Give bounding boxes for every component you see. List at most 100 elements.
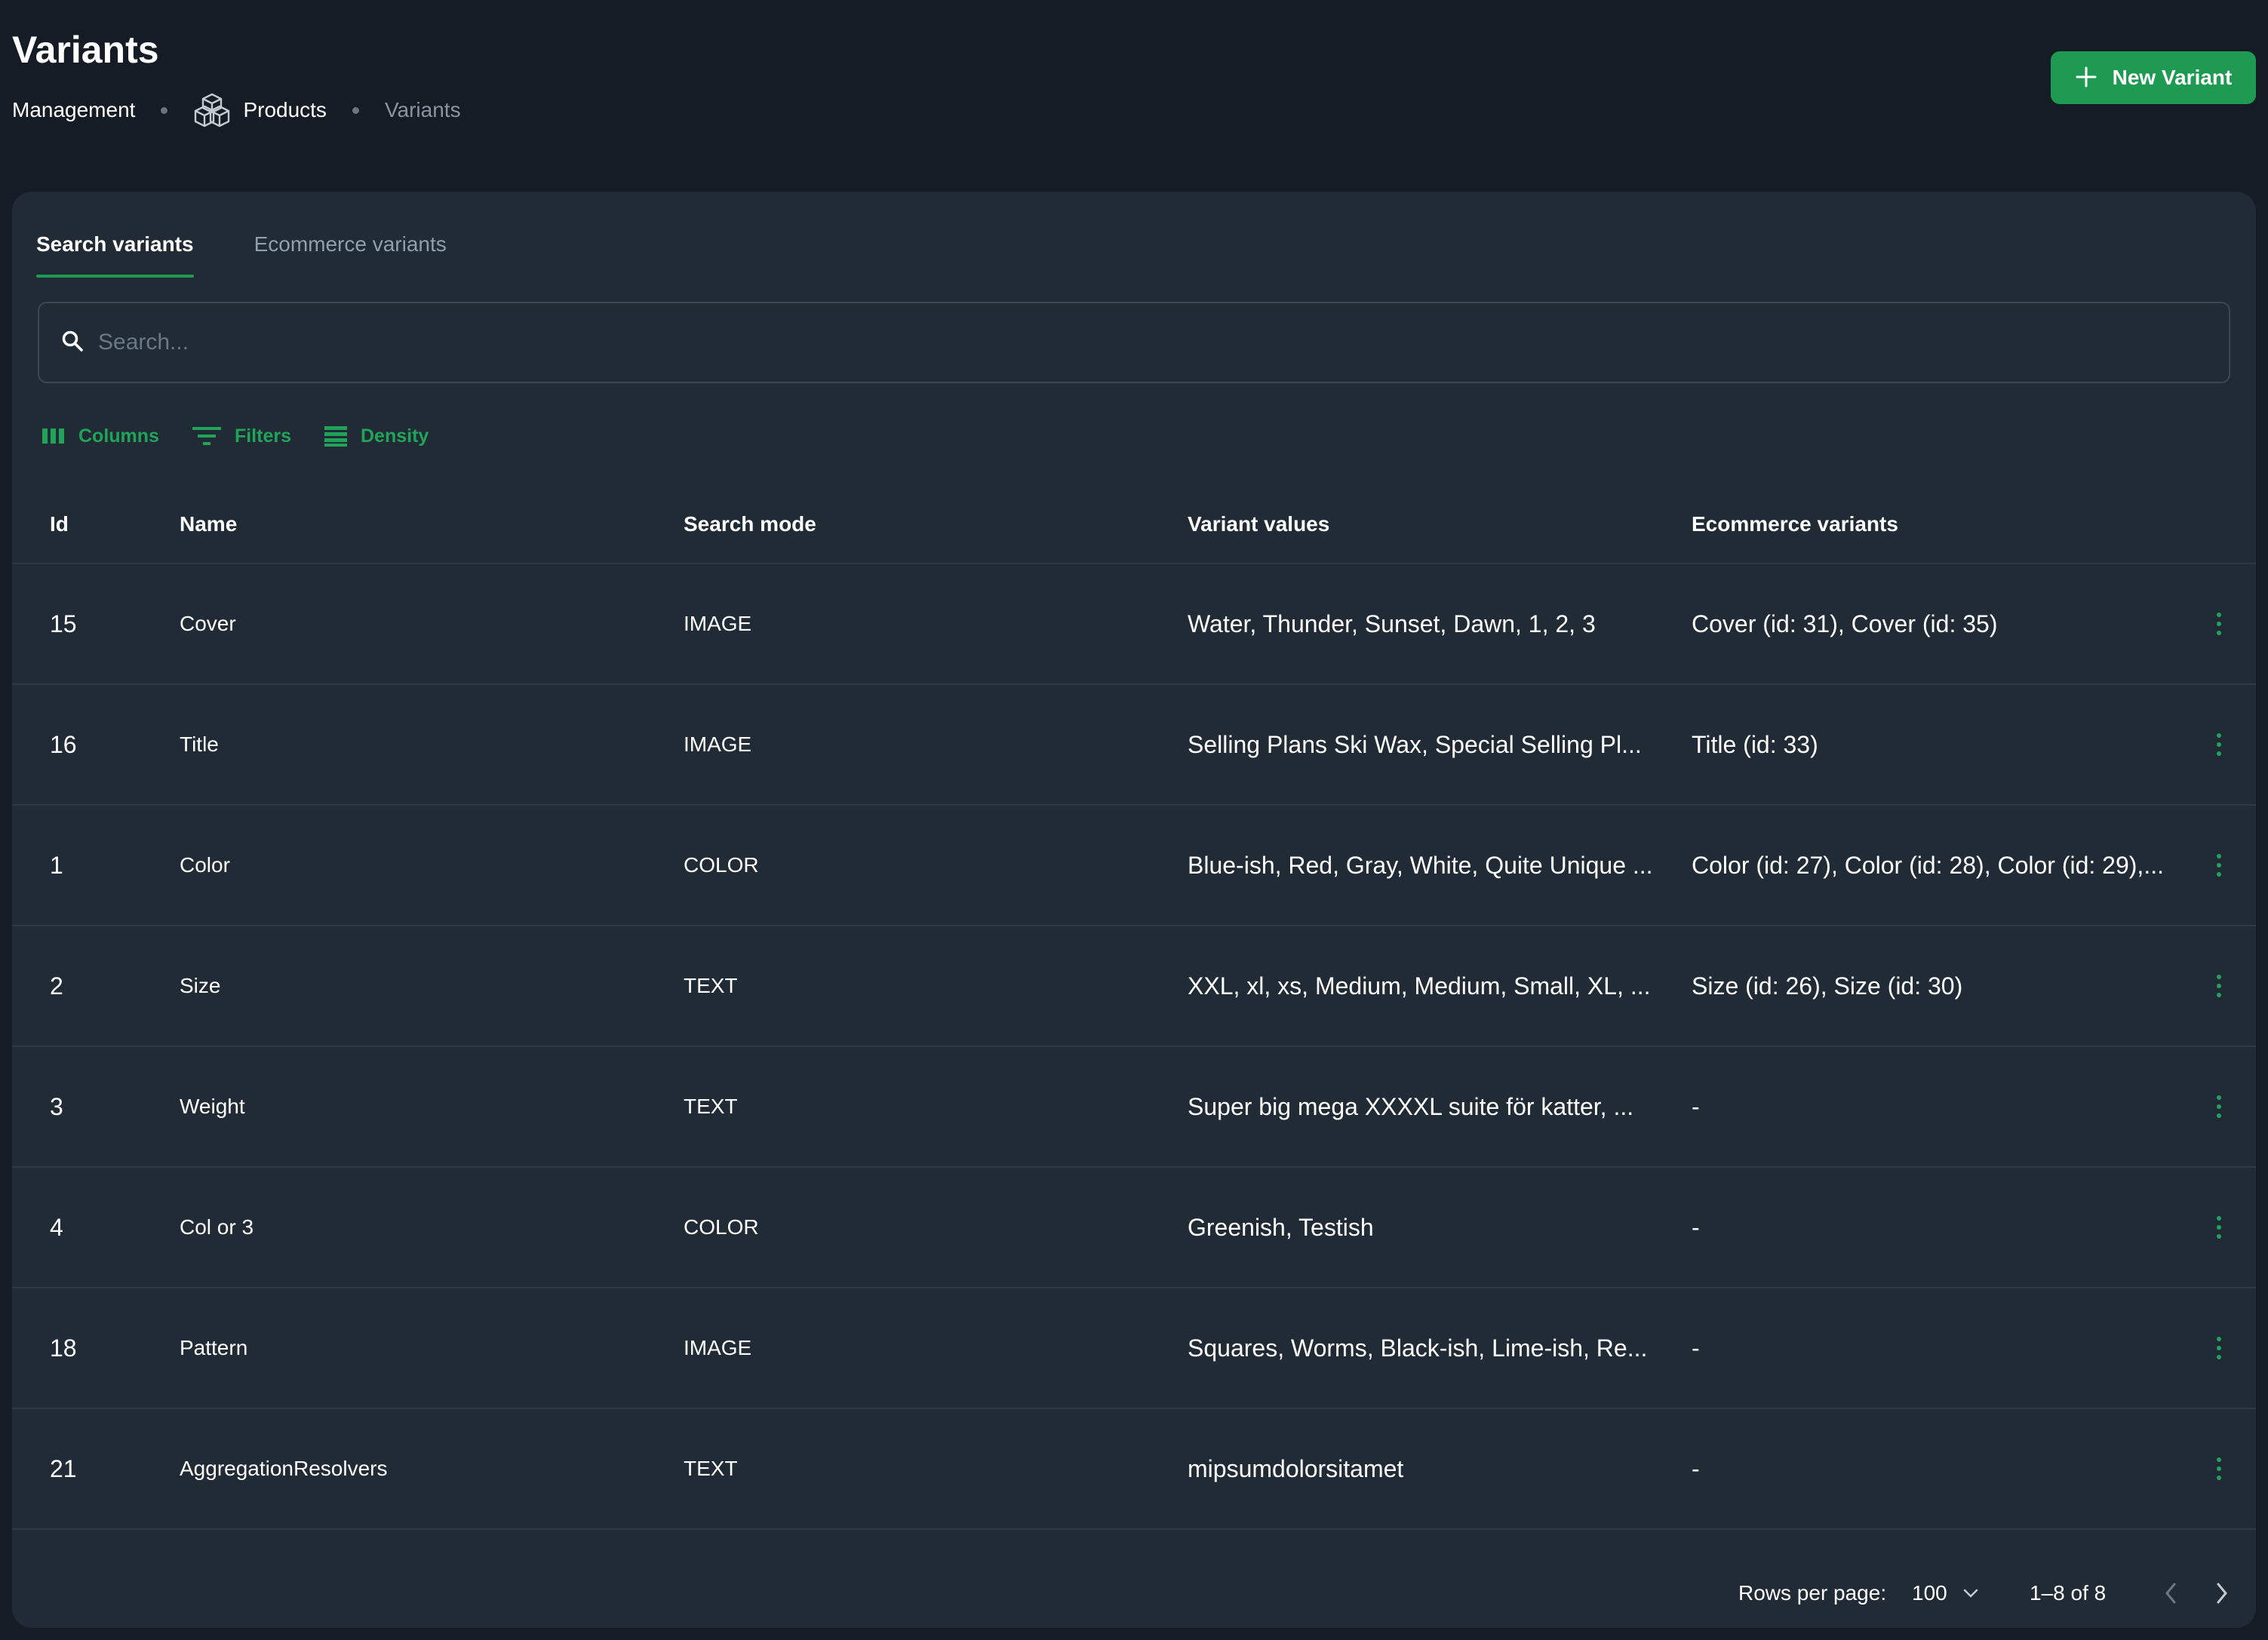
column-header-name[interactable]: Name bbox=[180, 512, 662, 536]
cell-variant-values: Squares, Worms, Black-ish, Lime-ish, Re.… bbox=[1188, 1334, 1648, 1362]
rows-per-page-value: 100 bbox=[1912, 1581, 1947, 1605]
cell-variant-values: Water, Thunder, Sunset, Dawn, 1, 2, 3 bbox=[1188, 610, 1596, 637]
more-vertical-icon[interactable] bbox=[2208, 1088, 2230, 1126]
columns-label: Columns bbox=[78, 425, 159, 447]
breadcrumb-separator bbox=[161, 106, 168, 114]
cell-ecommerce-variants: - bbox=[1692, 1334, 1700, 1362]
grid-toolbar: Columns Filters Density bbox=[42, 413, 462, 459]
tabs: Search variants Ecommerce variants bbox=[36, 225, 507, 278]
table-row[interactable]: 3 Weight TEXT Super big mega XXXXL suite… bbox=[12, 1047, 2256, 1168]
tab-search-variants[interactable]: Search variants bbox=[36, 225, 194, 278]
cell-id: 21 bbox=[50, 1454, 77, 1482]
cell-search-mode: COLOR bbox=[684, 853, 759, 877]
search-box bbox=[38, 302, 2230, 383]
cell-ecommerce-variants: - bbox=[1692, 1092, 1700, 1120]
more-vertical-icon[interactable] bbox=[2208, 1209, 2230, 1246]
cell-name: Title bbox=[180, 732, 219, 756]
cell-name: Pattern bbox=[180, 1336, 248, 1359]
products-cube-icon bbox=[193, 91, 231, 129]
cell-id: 16 bbox=[50, 730, 77, 758]
density-label: Density bbox=[360, 425, 429, 447]
density-button[interactable]: Density bbox=[324, 425, 429, 447]
cell-search-mode: TEXT bbox=[684, 1457, 738, 1480]
tab-ecommerce-variants[interactable]: Ecommerce variants bbox=[254, 225, 447, 278]
breadcrumb-management[interactable]: Management bbox=[12, 98, 135, 122]
cell-ecommerce-variants: - bbox=[1692, 1454, 1700, 1482]
column-header-id[interactable]: Id bbox=[50, 512, 163, 536]
chevron-down-icon bbox=[1963, 1589, 1978, 1598]
chevron-right-icon[interactable] bbox=[2212, 1580, 2232, 1612]
columns-icon bbox=[42, 428, 64, 444]
cell-search-mode: IMAGE bbox=[684, 612, 752, 635]
pagination-range: 1–8 of 8 bbox=[2030, 1581, 2107, 1605]
cell-ecommerce-variants: Color (id: 27), Color (id: 28), Color (i… bbox=[1692, 851, 2164, 879]
table-row[interactable]: 18 Pattern IMAGE Squares, Worms, Black-i… bbox=[12, 1288, 2256, 1409]
cell-search-mode: COLOR bbox=[684, 1215, 759, 1239]
new-variant-button[interactable]: New Variant bbox=[2051, 51, 2256, 104]
cell-name: Cover bbox=[180, 612, 236, 635]
more-vertical-icon[interactable] bbox=[2208, 1329, 2230, 1367]
more-vertical-icon[interactable] bbox=[2208, 1450, 2230, 1488]
filters-label: Filters bbox=[234, 425, 291, 447]
cell-variant-values: XXL, xl, xs, Medium, Medium, Small, XL, … bbox=[1188, 972, 1651, 1000]
cell-variant-values: Selling Plans Ski Wax, Special Selling P… bbox=[1188, 730, 1642, 758]
cell-id: 4 bbox=[50, 1213, 63, 1241]
cell-id: 3 bbox=[50, 1092, 63, 1120]
table-header: Id Name Search mode Variant values Ecomm… bbox=[12, 486, 2256, 564]
column-header-search-mode[interactable]: Search mode bbox=[684, 512, 1166, 536]
table-row[interactable]: 21 AggregationResolvers TEXT mipsumdolor… bbox=[12, 1409, 2256, 1530]
variants-card: Search variants Ecommerce variants Colum… bbox=[12, 192, 2256, 1628]
variants-table: Id Name Search mode Variant values Ecomm… bbox=[12, 486, 2256, 1530]
cell-name: Weight bbox=[180, 1095, 245, 1118]
cell-name: Col or 3 bbox=[180, 1215, 254, 1239]
cell-id: 15 bbox=[50, 610, 77, 637]
plus-icon bbox=[2075, 62, 2097, 94]
search-icon bbox=[60, 329, 85, 357]
cell-ecommerce-variants: Size (id: 26), Size (id: 30) bbox=[1692, 972, 1963, 1000]
breadcrumb-variants: Variants bbox=[384, 98, 461, 121]
rows-per-page-select[interactable]: 100 bbox=[1912, 1559, 1979, 1628]
table-row[interactable]: 1 Color COLOR Blue-ish, Red, Gray, White… bbox=[12, 806, 2256, 926]
cell-search-mode: TEXT bbox=[684, 1095, 738, 1118]
more-vertical-icon[interactable] bbox=[2208, 605, 2230, 643]
page-title: Variants bbox=[12, 29, 159, 71]
cell-ecommerce-variants: Cover (id: 31), Cover (id: 35) bbox=[1692, 610, 1998, 637]
chevron-left-icon[interactable] bbox=[2161, 1580, 2180, 1612]
breadcrumb-separator bbox=[352, 106, 359, 114]
cell-search-mode: IMAGE bbox=[684, 732, 752, 756]
cell-variant-values: Blue-ish, Red, Gray, White, Quite Unique… bbox=[1188, 851, 1653, 879]
cell-search-mode: TEXT bbox=[684, 974, 738, 997]
cell-name: AggregationResolvers bbox=[180, 1457, 388, 1480]
column-header-ecommerce-variants[interactable]: Ecommerce variants bbox=[1692, 512, 2174, 536]
cell-ecommerce-variants: - bbox=[1692, 1213, 1700, 1241]
cell-id: 1 bbox=[50, 851, 63, 879]
breadcrumb-products[interactable]: Products bbox=[193, 91, 327, 129]
cell-ecommerce-variants: Title (id: 33) bbox=[1692, 730, 1818, 758]
filters-button[interactable]: Filters bbox=[192, 425, 291, 447]
table-row[interactable]: 16 Title IMAGE Selling Plans Ski Wax, Sp… bbox=[12, 685, 2256, 806]
table-row[interactable]: 4 Col or 3 COLOR Greenish, Testish - bbox=[12, 1168, 2256, 1288]
cell-name: Color bbox=[180, 853, 230, 877]
search-input[interactable] bbox=[97, 329, 2137, 356]
cell-id: 18 bbox=[50, 1334, 77, 1362]
filter-icon bbox=[192, 427, 221, 445]
cell-id: 2 bbox=[50, 972, 63, 1000]
breadcrumb-products-label: Products bbox=[243, 98, 327, 121]
more-vertical-icon[interactable] bbox=[2208, 967, 2230, 1005]
more-vertical-icon[interactable] bbox=[2208, 726, 2230, 763]
cell-name: Size bbox=[180, 974, 221, 997]
table-row[interactable]: 15 Cover IMAGE Water, Thunder, Sunset, D… bbox=[12, 564, 2256, 685]
cell-variant-values: Super big mega XXXXL suite för katter, .… bbox=[1188, 1092, 1634, 1120]
pagination: Rows per page: 100 1–8 of 8 bbox=[12, 1559, 2256, 1628]
cell-variant-values: Greenish, Testish bbox=[1188, 1213, 1374, 1241]
more-vertical-icon[interactable] bbox=[2208, 846, 2230, 884]
breadcrumb: Management Products Variants bbox=[12, 91, 461, 129]
density-icon bbox=[324, 426, 347, 447]
cell-search-mode: IMAGE bbox=[684, 1336, 752, 1359]
table-row[interactable]: 2 Size TEXT XXL, xl, xs, Medium, Medium,… bbox=[12, 926, 2256, 1047]
new-variant-label: New Variant bbox=[2112, 66, 2233, 89]
rows-per-page-label: Rows per page: bbox=[1738, 1581, 1887, 1605]
cell-variant-values: mipsumdolorsitamet bbox=[1188, 1454, 1404, 1482]
column-header-variant-values[interactable]: Variant values bbox=[1188, 512, 1670, 536]
columns-button[interactable]: Columns bbox=[42, 425, 159, 447]
